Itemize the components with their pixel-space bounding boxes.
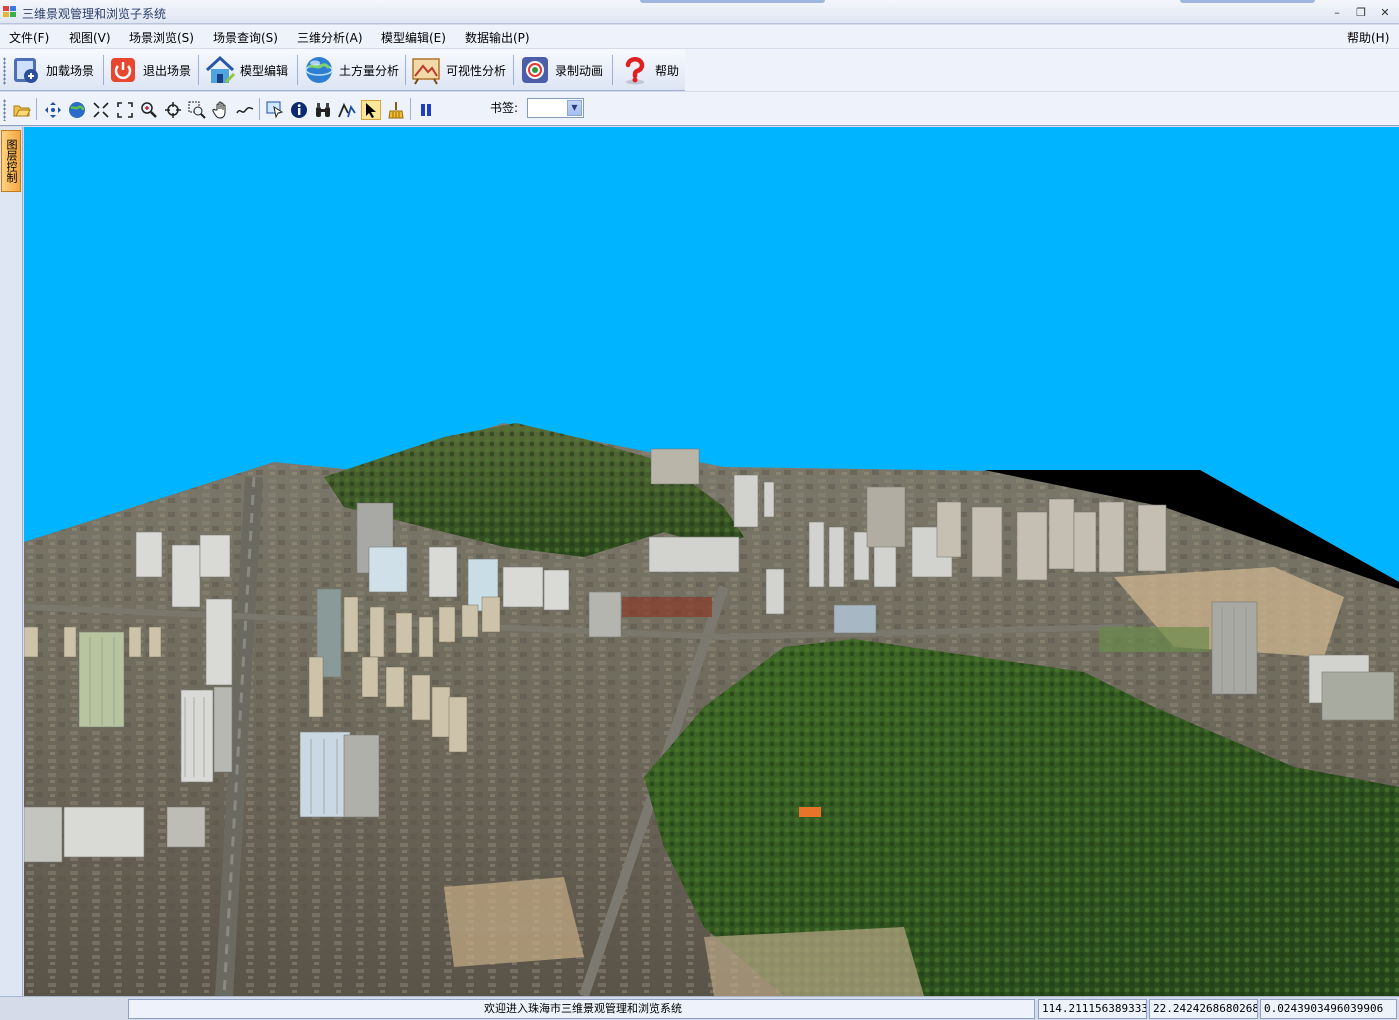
binoculars-icon[interactable] [313,100,333,120]
toolbar-grip[interactable] [3,99,6,121]
flight-path-icon[interactable] [235,100,255,120]
model-edit-button[interactable]: 模型编辑 [204,52,288,88]
full-extent-icon[interactable] [115,100,135,120]
record-animation-button[interactable]: 录制动画 [519,52,603,88]
globe-icon[interactable] [67,100,87,120]
toolbar-separator [198,55,199,85]
info-icon[interactable] [289,100,309,120]
chevron-down-icon[interactable]: ▼ [567,100,582,116]
exit-scene-button[interactable]: 退出场景 [107,52,191,88]
menu-view[interactable]: 视图(V) [69,29,111,46]
app-icon [3,6,16,17]
window-title: 三维景观管理和浏览子系统 [22,7,167,21]
toolbar-separator [405,55,406,85]
layer-control-tab[interactable]: 图层控制 [1,130,21,192]
film-icon [519,54,551,86]
help-icon [619,54,651,86]
map-icon [410,54,442,86]
3d-scene-render [24,423,1399,996]
earthwork-analysis-button[interactable]: 土方量分析 [303,52,399,88]
toolbar-separator [297,55,298,85]
load-scene-icon [10,54,42,86]
status-longitude: 114.211156389333 [1038,999,1147,1019]
side-panel: 图层控制 [0,127,23,996]
menu-data-output[interactable]: 数据输出(P) [465,29,530,46]
measure-icon[interactable] [337,100,357,120]
minimize-button[interactable]: – [1329,6,1345,20]
status-message: 欢迎进入珠海市三维景观管理和浏览系统 [128,999,1035,1019]
3d-scene-viewport[interactable] [24,127,1399,996]
select-feature-icon[interactable] [265,100,285,120]
title-bar-decoration [1180,0,1315,3]
menu-3d-analysis[interactable]: 三维分析(A) [297,29,363,46]
open-folder-icon[interactable] [12,100,32,120]
center-icon[interactable] [163,100,183,120]
navigation-toolbar [0,92,1399,126]
visibility-analysis-button[interactable]: 可视性分析 [410,52,506,88]
help-label: 帮助 [655,63,680,78]
status-latitude: 22.2424268680268 [1149,999,1258,1019]
shrink-icon[interactable] [91,100,111,120]
menu-help[interactable]: 帮助(H) [1347,29,1389,46]
toolbar-separator [103,55,104,85]
menu-file[interactable]: 文件(F) [9,29,49,46]
pause-icon[interactable] [416,100,436,120]
menu-scene-browse[interactable]: 场景浏览(S) [129,29,194,46]
pointer-icon[interactable] [361,100,381,120]
record-animation-label: 录制动画 [555,63,604,78]
help-button[interactable]: 帮助 [619,52,679,88]
model-edit-label: 模型编辑 [240,63,289,78]
bookmark-select[interactable]: ▼ [527,98,584,118]
toolbar-separator [36,98,37,120]
zoom-icon[interactable] [139,100,159,120]
house-edit-icon [204,54,236,86]
power-icon [107,54,139,86]
bookmark-label: 书签: [490,101,519,115]
toolbar-separator [612,55,613,85]
load-scene-label: 加载场景 [46,63,95,78]
title-bar-decoration [640,0,825,3]
earthwork-analysis-label: 土方量分析 [339,63,400,78]
pan-arrows-icon[interactable] [43,100,63,120]
visibility-analysis-label: 可视性分析 [446,63,507,78]
menu-bar: 文件(F) 视图(V) 场景浏览(S) 场景查询(S) 三维分析(A) 模型编辑… [0,25,1399,48]
title-bar: 三维景观管理和浏览子系统 – ❐ ✕ [0,0,1399,24]
toolbar-grip[interactable] [3,57,6,85]
status-bar: 欢迎进入珠海市三维景观管理和浏览系统 114.211156389333 22.2… [0,996,1399,1020]
status-height: 0.0243903496039906 [1260,999,1397,1019]
globe-icon [303,54,335,86]
menu-scene-query[interactable]: 场景查询(S) [213,29,278,46]
clear-icon[interactable] [386,100,406,120]
toolbar-separator [513,55,514,85]
toolbar-separator [259,98,260,120]
exit-scene-label: 退出场景 [143,63,192,78]
main-toolbar: 加载场景 退出场景 模型编辑 土方量分析 可视性分析 录制动画 帮助 [0,49,685,91]
toolbar-separator [410,98,411,120]
close-button[interactable]: ✕ [1377,6,1393,20]
hand-icon[interactable] [211,100,231,120]
load-scene-button[interactable]: 加载场景 [10,52,94,88]
menu-model-edit[interactable]: 模型编辑(E) [381,29,446,46]
toolbar-background [685,49,1399,91]
restore-button[interactable]: ❐ [1353,6,1369,20]
zoom-box-icon[interactable] [187,100,207,120]
